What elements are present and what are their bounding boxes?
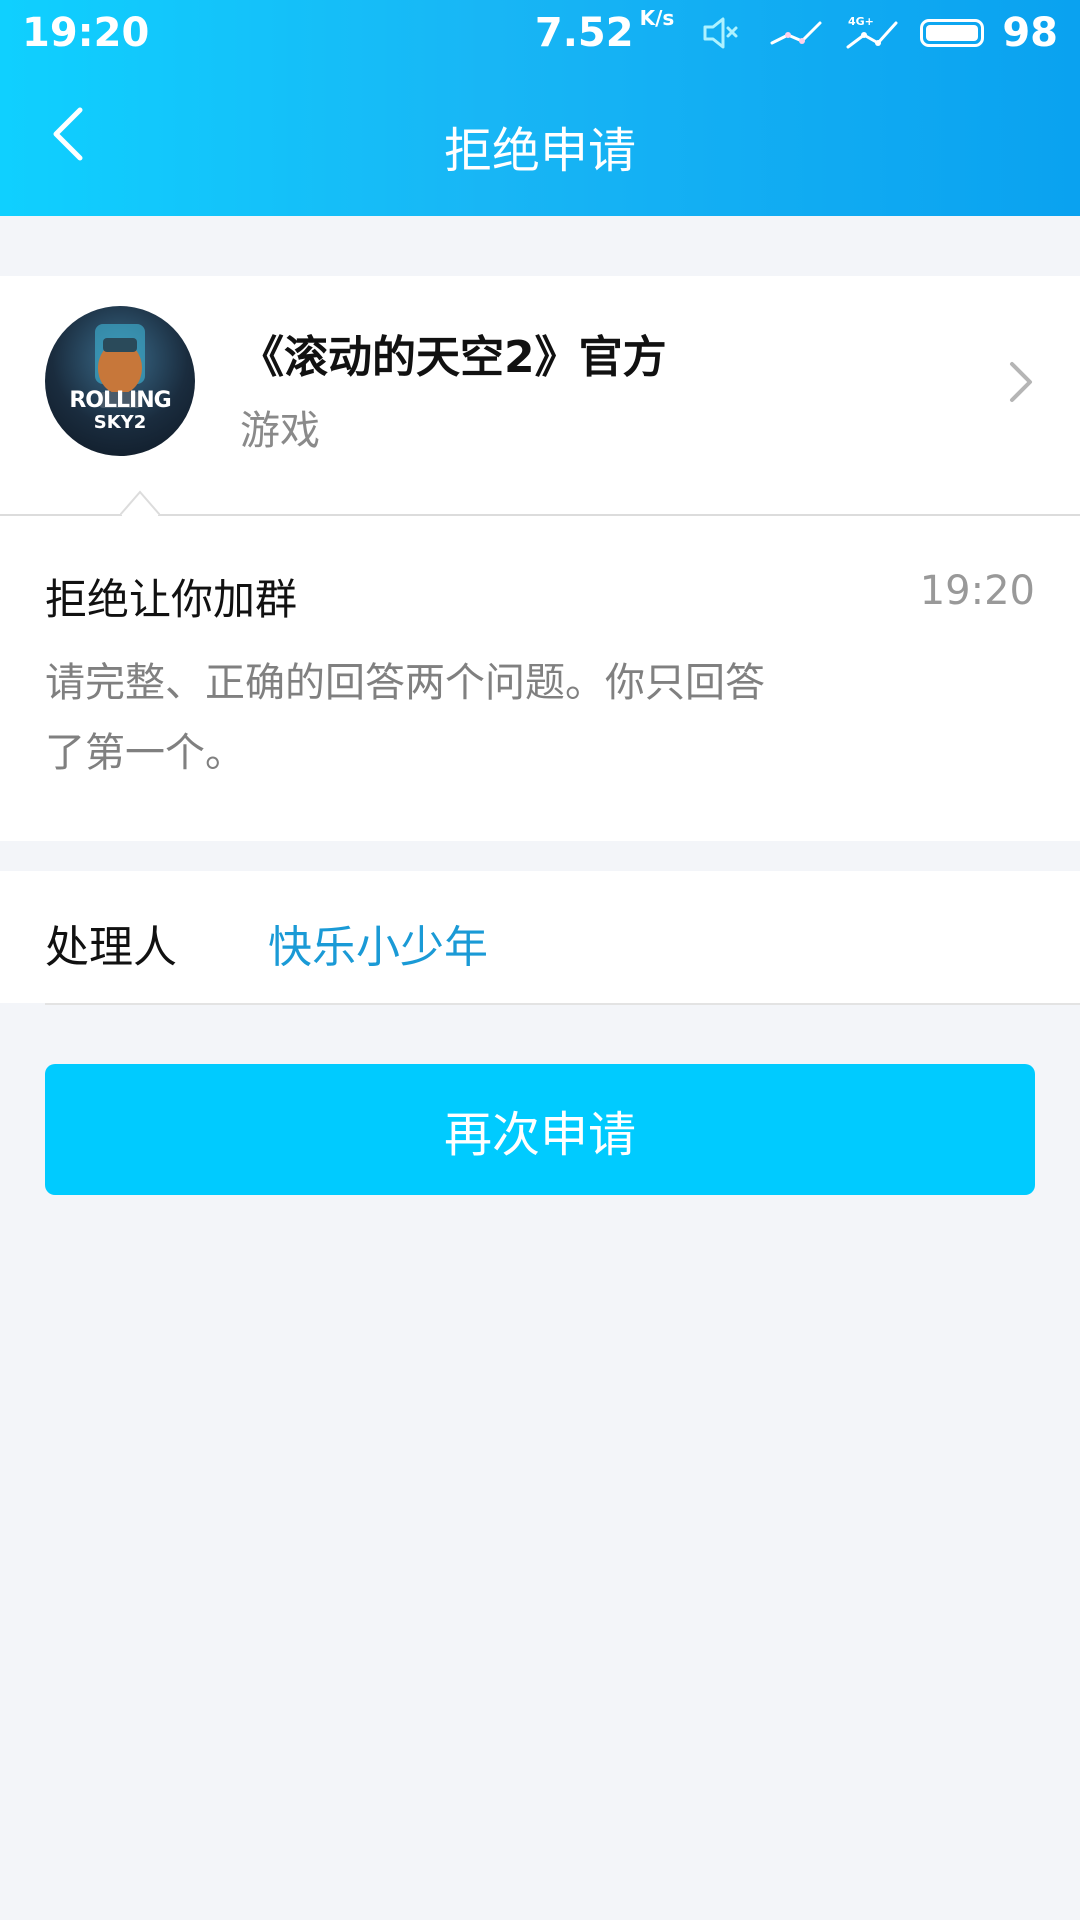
message-block: 拒绝让你加群 19:20 请完整、正确的回答两个问题。你只回答 了第一个。	[0, 516, 1080, 841]
group-card[interactable]: ROLLING SKY2 《滚动的天空2》官方 游戏	[0, 276, 1080, 516]
header: 19:20 7.52 K/s 4G+ 98 拒绝申请	[0, 0, 1080, 216]
status-icons: 7.52 K/s 4G+ 98	[534, 6, 1058, 56]
handler-label: 处理人	[45, 922, 177, 973]
pointer-arrow-icon	[120, 490, 160, 516]
signal-4g-icon: 4G+	[844, 13, 902, 53]
network-speed-value: 7.52	[534, 10, 634, 56]
message-body-line1: 请完整、正确的回答两个问题。你只回答	[45, 660, 765, 706]
avatar-text-line1: ROLLING	[69, 388, 171, 413]
network-speed-unit: K/s	[639, 6, 675, 30]
battery-icon	[920, 19, 985, 47]
battery-level: 98	[1002, 10, 1058, 56]
handler-name-link[interactable]: 快乐小少年	[268, 911, 488, 975]
page-title: 拒绝申请	[443, 123, 636, 179]
group-avatar: ROLLING SKY2	[45, 306, 195, 456]
avatar-text-line2: SKY2	[93, 412, 147, 433]
status-time: 19:20	[22, 10, 150, 56]
signal-1-icon	[768, 13, 826, 53]
message-title: 拒绝让你加群	[45, 575, 298, 624]
status-bar: 19:20 7.52 K/s 4G+ 98	[0, 0, 1080, 66]
message-body: 请完整、正确的回答两个问题。你只回答 了第一个。	[45, 648, 875, 788]
divider	[45, 1003, 1080, 1005]
svg-text:4G+: 4G+	[848, 15, 874, 28]
reapply-button[interactable]: 再次申请	[45, 1064, 1035, 1195]
group-type: 游戏	[240, 408, 320, 454]
handler-row: 处理人 快乐小少年	[0, 871, 1080, 1003]
message-time: 19:20	[919, 568, 1035, 614]
mute-icon	[692, 13, 750, 53]
title-bar: 拒绝申请	[0, 66, 1080, 216]
network-speed: 7.52 K/s	[534, 6, 674, 56]
group-name: 《滚动的天空2》官方	[240, 332, 667, 383]
message-body-line2: 了第一个。	[45, 730, 245, 776]
chevron-right-icon	[1010, 362, 1032, 402]
